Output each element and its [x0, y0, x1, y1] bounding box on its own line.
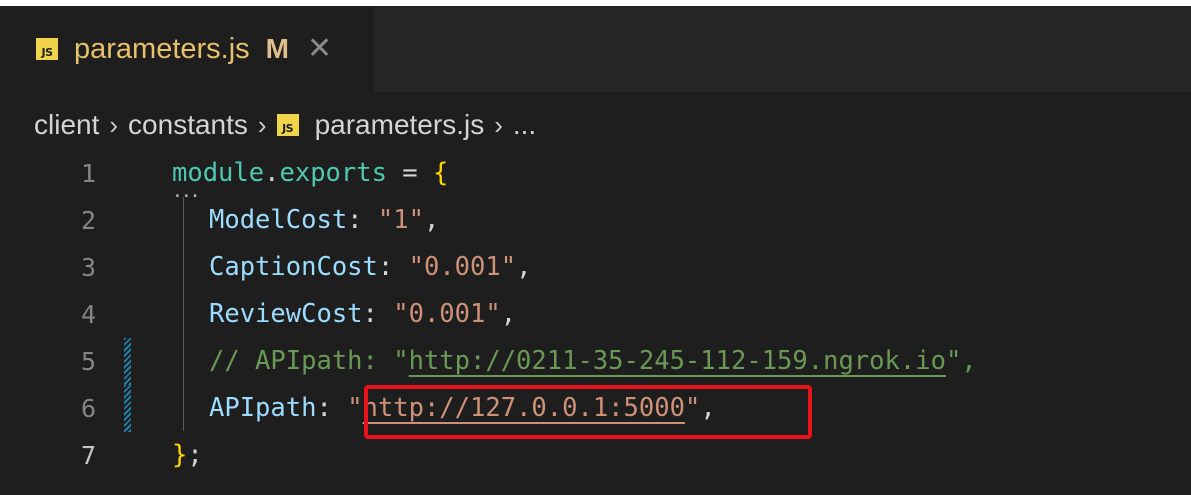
code-text: CaptionCost: "0.001", [209, 244, 531, 291]
token-key: ReviewCost [209, 299, 363, 329]
line-number: 1 [80, 159, 96, 188]
token-close-brace: } [172, 440, 188, 470]
code-line-1[interactable]: 1 module.exports = { [0, 150, 1191, 197]
editor-tab-bar: JS parameters.js M ✕ [0, 6, 1191, 92]
breadcrumb-item-constants[interactable]: constants [128, 109, 248, 141]
breadcrumb-item-symbols[interactable]: ... [513, 109, 536, 141]
line-number: 4 [80, 300, 96, 329]
code-comment: // APIpath: "http://0211-35-245-112-159.… [209, 338, 977, 385]
chevron-right-icon: › [257, 109, 267, 140]
line-number: 6 [80, 394, 96, 423]
token-string: "0.001" [408, 252, 517, 282]
token-comma: , [516, 252, 532, 282]
line-number: 2 [80, 206, 96, 235]
token-comma: , [500, 299, 517, 329]
annotation-highlight-box [364, 385, 812, 439]
breadcrumb-item-file[interactable]: parameters.js [315, 109, 485, 141]
token-colon: : [316, 393, 348, 423]
token-comma: , [423, 205, 440, 235]
token-comment-suffix: ", [945, 346, 977, 376]
token-quote: " [347, 393, 363, 423]
token-dot: . [264, 158, 280, 188]
code-line-5[interactable]: 5 // APIpath: "http://0211-35-245-112-15… [0, 338, 1191, 385]
code-text: }; [172, 432, 203, 479]
tab-filename: parameters.js [74, 32, 250, 65]
token-exports: exports [279, 158, 387, 188]
code-line-2[interactable]: 2 ModelCost: "1", [0, 197, 1191, 244]
token-key: CaptionCost [209, 252, 378, 282]
token-key: ModelCost [209, 205, 348, 235]
token-semicolon: ; [187, 440, 203, 470]
token-module: module [172, 158, 265, 188]
code-line-4[interactable]: 4 ReviewCost: "0.001", [0, 291, 1191, 338]
chevron-right-icon: › [109, 109, 119, 140]
code-text: module.exports = { [172, 150, 448, 197]
breadcrumb-item-client[interactable]: client [34, 109, 99, 141]
tab-parameters-js[interactable]: JS parameters.js M ✕ [0, 6, 374, 92]
js-file-icon: JS [36, 38, 58, 60]
breadcrumb: client › constants › JS parameters.js › … [34, 108, 536, 142]
line-number: 3 [80, 253, 96, 282]
line-number: 7 [80, 441, 96, 470]
line-number: 5 [80, 347, 96, 376]
code-line-3[interactable]: 3 CaptionCost: "0.001", [0, 244, 1191, 291]
token-key: APIpath [209, 393, 317, 423]
js-file-icon: JS [276, 114, 299, 136]
modified-indicator: M [265, 33, 289, 64]
token-colon: : [362, 299, 394, 329]
token-colon: : [377, 252, 409, 282]
code-text: ModelCost: "1", [209, 197, 439, 244]
token-comment-url-link[interactable]: http://0211-35-245-112-159.ngrok.io [409, 346, 946, 376]
token-colon: : [347, 205, 378, 235]
chevron-right-icon: › [494, 109, 503, 140]
token-string: "0.001" [393, 299, 501, 329]
code-text: ReviewCost: "0.001", [209, 291, 516, 338]
close-icon[interactable]: ✕ [307, 34, 332, 64]
token-assign: = [386, 158, 434, 188]
token-string: "1" [377, 205, 424, 235]
token-open-brace: { [433, 158, 449, 188]
code-line-7[interactable]: 7 }; [0, 432, 1191, 479]
token-comment-prefix: // APIpath: " [209, 346, 409, 376]
